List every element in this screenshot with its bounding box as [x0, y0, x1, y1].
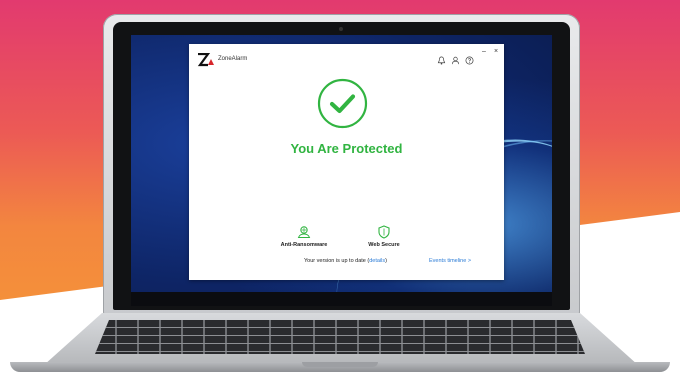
feature-web-secure[interactable]: Web Secure: [349, 225, 419, 248]
version-text-end: ): [385, 258, 387, 264]
app-name: ZoneAlarm: [218, 56, 248, 62]
zonealarm-window: ZoneAlarm – × You Are Protected Anti-Ran…: [189, 44, 504, 280]
version-status: Your version is up to date (details): [304, 258, 387, 264]
close-button[interactable]: ×: [494, 48, 498, 55]
feature-anti-ransomware[interactable]: Anti-Ransomware: [269, 225, 339, 248]
protected-check-icon: [317, 78, 368, 129]
shield-icon: [378, 225, 390, 239]
minimize-button[interactable]: –: [482, 48, 486, 55]
app-header: ZoneAlarm – ×: [189, 44, 504, 74]
events-timeline-link[interactable]: Events timeline >: [429, 258, 471, 264]
feature-label: Anti-Ransomware: [280, 242, 328, 248]
version-text: Your version is up to date (: [304, 258, 370, 264]
keyboard: [95, 320, 585, 354]
status-title: You Are Protected: [290, 141, 403, 156]
laptop-notch: [302, 362, 378, 367]
zonealarm-logo: [197, 53, 214, 67]
details-link[interactable]: details: [369, 258, 385, 264]
webcam: [339, 27, 343, 31]
bell-icon[interactable]: [437, 56, 446, 65]
user-icon[interactable]: [451, 56, 460, 65]
feature-label: Web Secure: [368, 242, 400, 248]
ransomware-shield-icon: [297, 226, 311, 238]
taskbar: [131, 292, 552, 306]
help-icon[interactable]: [465, 56, 474, 65]
